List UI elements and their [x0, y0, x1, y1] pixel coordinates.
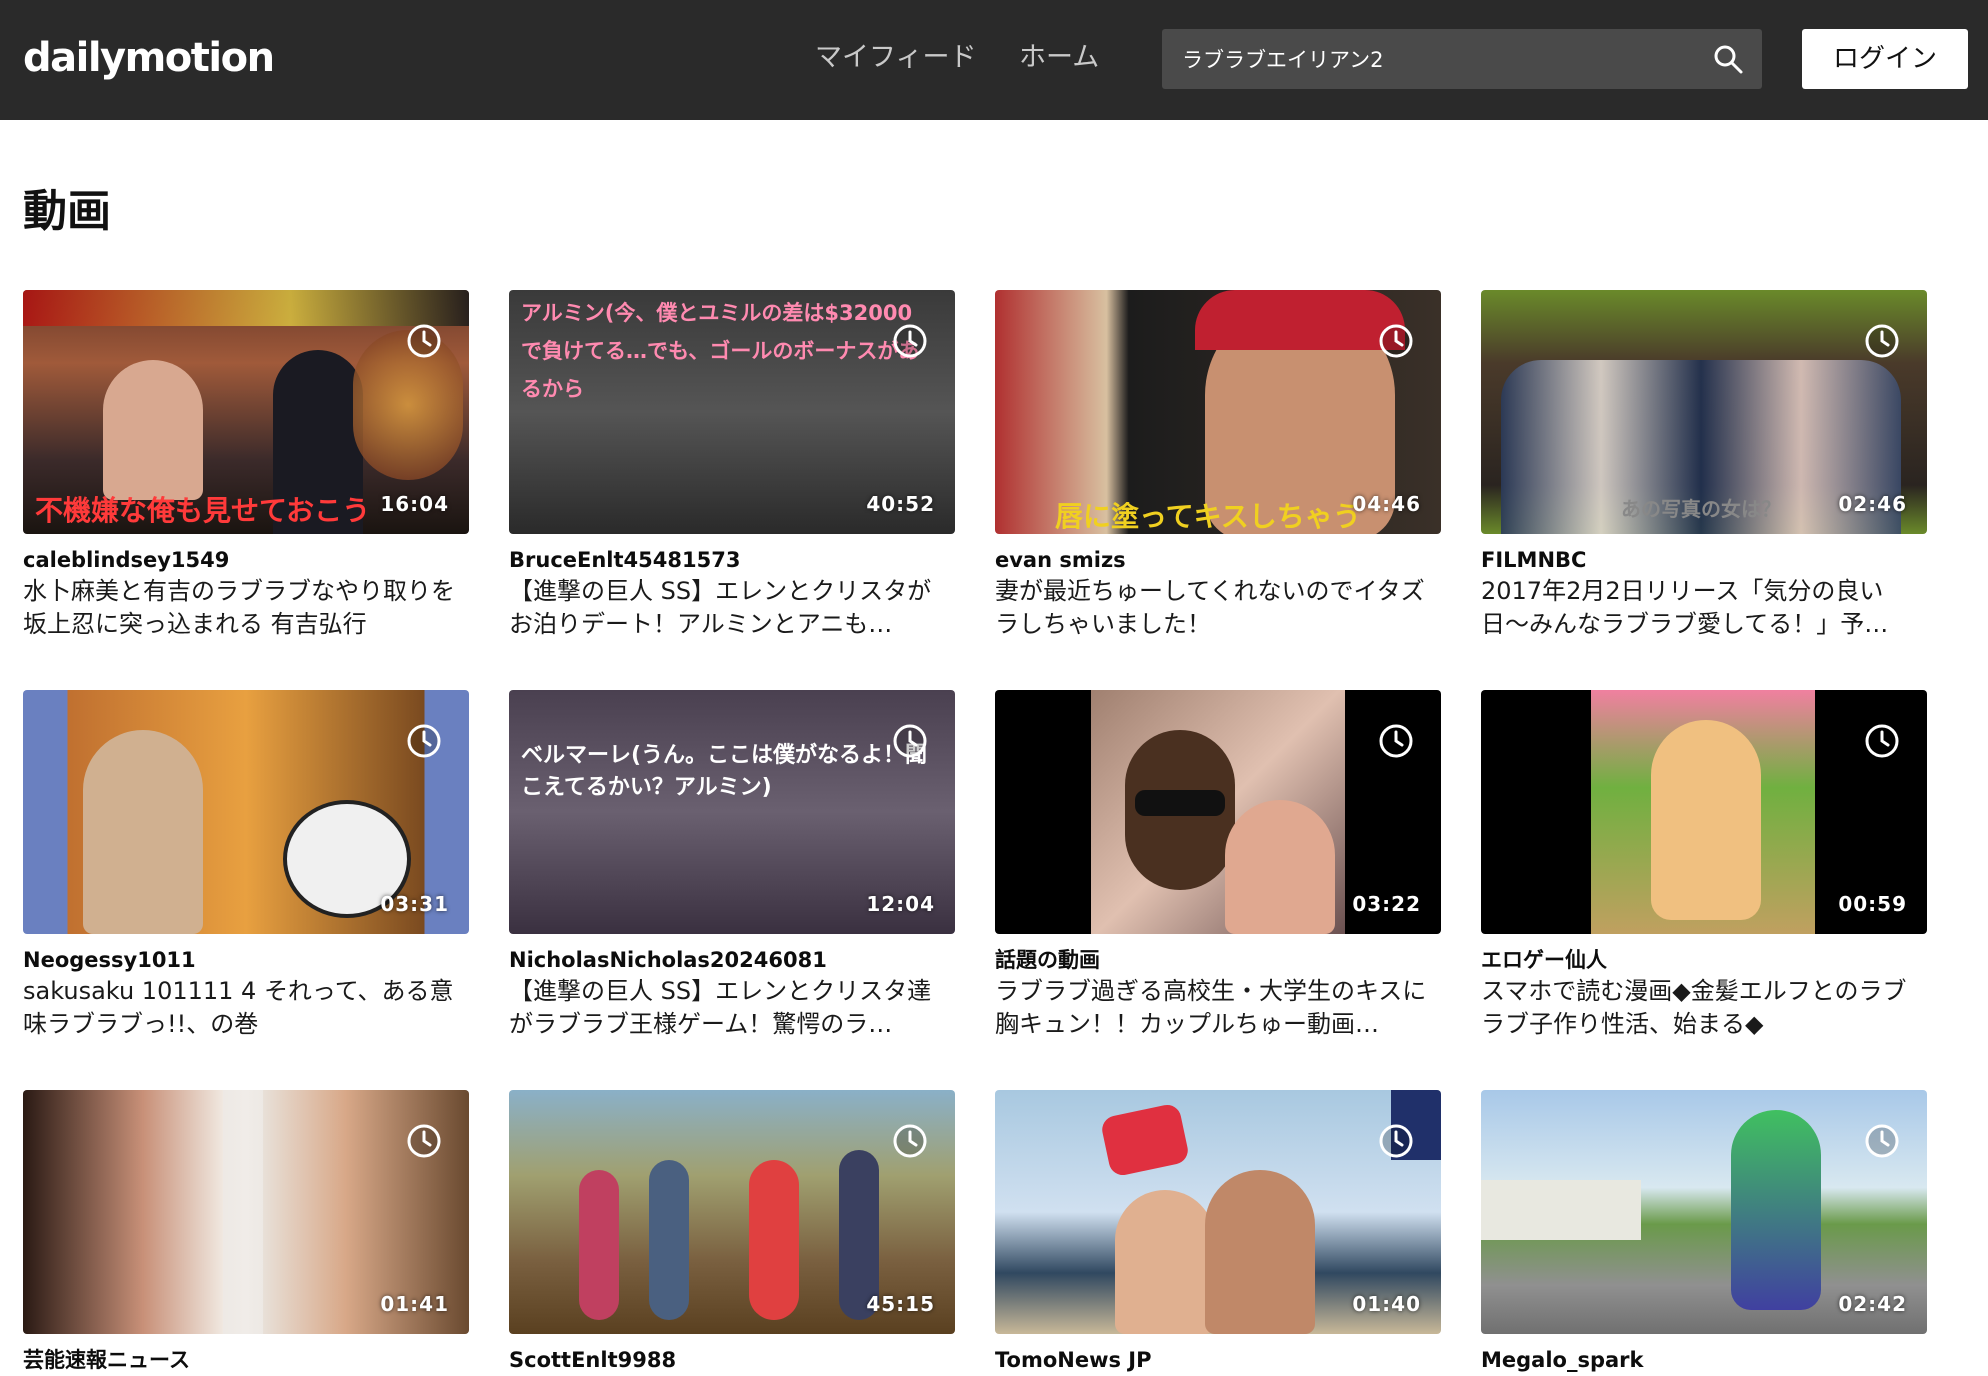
watch-later-icon[interactable] — [892, 723, 928, 759]
video-duration: 02:46 — [1838, 492, 1907, 516]
search-box — [1162, 29, 1762, 89]
video-thumbnail[interactable]: 01:41 — [23, 1090, 469, 1334]
video-thumbnail[interactable]: 00:59 — [1481, 690, 1927, 934]
video-duration: 04:46 — [1352, 492, 1421, 516]
video-duration: 00:59 — [1838, 892, 1907, 916]
watch-later-icon[interactable] — [1864, 323, 1900, 359]
channel-name[interactable]: Megalo_spark — [1481, 1344, 1644, 1376]
video-title[interactable]: スマホで読む漫画◆金髪エルフとのラブラブ子作り性活、始まる◆ — [1481, 975, 1927, 1041]
channel-name[interactable]: FILMNBC — [1481, 544, 1586, 576]
video-duration: 01:41 — [380, 1292, 449, 1316]
video-duration: 12:04 — [866, 892, 935, 916]
watch-later-icon[interactable] — [1378, 323, 1414, 359]
video-title[interactable]: 【進撃の巨人 SS】エレンとクリスタがお泊りデート！アルミンとアニも… — [509, 575, 955, 641]
video-thumbnail[interactable]: 不機嫌な俺も見せておこう 16:04 — [23, 290, 469, 534]
video-duration: 03:22 — [1352, 892, 1421, 916]
video-thumbnail[interactable]: 03:22 — [995, 690, 1441, 934]
video-thumbnail[interactable]: 03:31 — [23, 690, 469, 934]
video-duration: 16:04 — [380, 492, 449, 516]
nav-home[interactable]: ホーム — [1019, 34, 1099, 82]
watch-later-icon[interactable] — [892, 1123, 928, 1159]
watch-later-icon[interactable] — [1378, 723, 1414, 759]
video-duration: 03:31 — [380, 892, 449, 916]
channel-name[interactable]: ScottEnlt9988 — [509, 1344, 676, 1376]
video-title[interactable]: 妻が最近ちゅーしてくれないのでイタズラしちゃいました！ — [995, 575, 1441, 641]
video-duration: 40:52 — [866, 492, 935, 516]
video-title[interactable]: sakusaku 101111 4 それって、ある意味ラブラブっ!!、の巻 — [23, 975, 469, 1041]
watch-later-icon[interactable] — [406, 1123, 442, 1159]
video-title[interactable]: 【進撃の巨人 SS】エレンとクリスタ達がラブラブ王様ゲーム！驚愕のラ… — [509, 975, 955, 1041]
video-thumbnail[interactable]: 02:42 — [1481, 1090, 1927, 1334]
channel-name[interactable]: エロゲー仙人 — [1481, 944, 1607, 976]
thumbnail-caption: 不機嫌な俺も見せておこう — [35, 496, 371, 526]
thumbnail-caption: ベルマーレ(うん。ここは僕がなるよ！聞こえてるかい？アルミン) — [521, 743, 928, 800]
channel-name[interactable]: NicholasNicholas20246081 — [509, 944, 827, 976]
channel-name[interactable]: BruceEnlt45481573 — [509, 544, 740, 576]
video-thumbnail[interactable]: アルミン(今、僕とユミルの差は$32000で負けてる…でも、ゴールのボーナスがあ… — [509, 290, 955, 534]
thumbnail-caption: アルミン(今、僕とユミルの差は$32000で負けてる…でも、ゴールのボーナスがあ… — [521, 301, 920, 401]
watch-later-icon[interactable] — [406, 323, 442, 359]
video-thumbnail[interactable]: ベルマーレ(うん。ここは僕がなるよ！聞こえてるかい？アルミン) 12:04 — [509, 690, 955, 934]
video-title[interactable]: ラブラブ過ぎる高校生・大学生のキスに胸キュン！！カップルちゅー動画… — [995, 975, 1441, 1041]
channel-name[interactable]: 話題の動画 — [995, 944, 1100, 976]
login-button[interactable]: ログイン — [1802, 29, 1968, 89]
watch-later-icon[interactable] — [406, 723, 442, 759]
video-thumbnail[interactable]: 唇に塗ってキスしちゃう 04:46 — [995, 290, 1441, 534]
video-thumbnail[interactable]: 01:40 — [995, 1090, 1441, 1334]
video-thumbnail[interactable]: 45:15 — [509, 1090, 955, 1334]
watch-later-icon[interactable] — [1864, 1123, 1900, 1159]
channel-name[interactable]: TomoNews JP — [995, 1344, 1152, 1376]
video-thumbnail[interactable]: あの写真の女は？ 02:46 — [1481, 290, 1927, 534]
channel-name[interactable]: caleblindsey1549 — [23, 544, 229, 576]
watch-later-icon[interactable] — [1864, 723, 1900, 759]
watch-later-icon[interactable] — [1378, 1123, 1414, 1159]
channel-name[interactable]: Neogessy1011 — [23, 944, 196, 976]
dailymotion-logo[interactable]: dailymotion — [23, 30, 275, 86]
video-duration: 02:42 — [1838, 1292, 1907, 1316]
search-icon[interactable] — [1712, 43, 1744, 75]
page-title: 動画 — [23, 186, 111, 237]
video-duration: 45:15 — [866, 1292, 935, 1316]
channel-name[interactable]: evan smizs — [995, 544, 1126, 576]
search-input[interactable] — [1182, 29, 1682, 89]
top-bar: dailymotion マイフィード ホーム ログイン — [0, 0, 1988, 120]
video-title[interactable]: 2017年2月2日リリース「気分の良い日〜みんなラブラブ愛してる！」予… — [1481, 575, 1927, 641]
video-title[interactable]: 水卜麻美と有吉のラブラブなやり取りを坂上忍に突っ込まれる 有吉弘行 — [23, 575, 469, 641]
watch-later-icon[interactable] — [892, 323, 928, 359]
video-duration: 01:40 — [1352, 1292, 1421, 1316]
nav-my-feed[interactable]: マイフィード — [815, 34, 976, 82]
channel-name[interactable]: 芸能速報ニュース — [23, 1344, 190, 1376]
